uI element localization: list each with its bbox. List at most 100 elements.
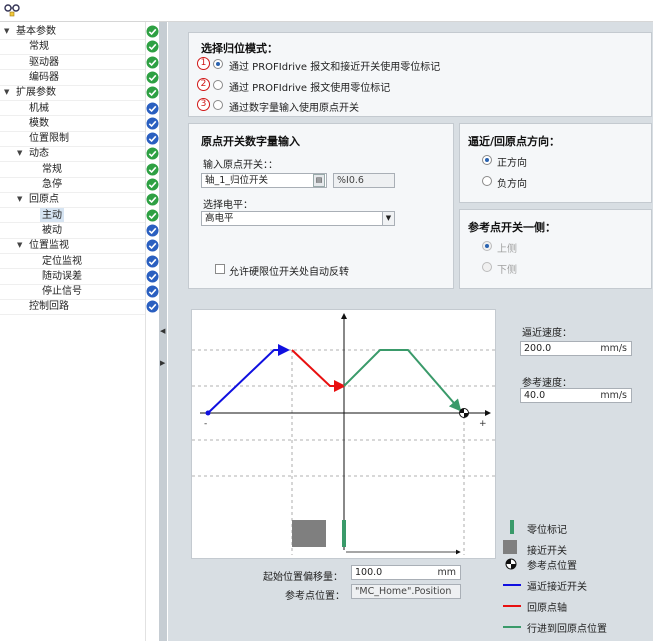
browse-tag-button[interactable]: ▤ — [313, 174, 325, 187]
ref-side-upper-radio[interactable] — [482, 241, 492, 251]
home-switch-panel: 原点开关数字量输入 输入原点开关：： 轴_1_归位开关 ▤ %I0.6 选择电平… — [188, 123, 454, 289]
level-select[interactable]: 高电平 ▼ — [201, 211, 395, 226]
homing-mode-title: 选择归位模式： — [201, 42, 278, 55]
tree-item[interactable]: 驱动器 — [0, 55, 163, 70]
direction-negative-radio[interactable] — [482, 176, 492, 186]
expand-arrow-icon[interactable]: ▼ — [4, 24, 13, 39]
legend-reference-point-label: 参考点位置 — [527, 561, 577, 572]
mode-option-2-label[interactable]: 通过 PROFIdrive 报文使用零位标记 — [229, 79, 390, 94]
ref-side-lower-radio[interactable] — [482, 262, 492, 272]
mode-option-1-radio[interactable] — [213, 59, 223, 69]
status-check-icon — [146, 71, 159, 84]
axis-plus-label: + — [479, 419, 487, 429]
tree-item[interactable]: 定位监视 — [0, 254, 163, 269]
ref-position-field: "MC_Home".Position — [351, 584, 461, 599]
approach-speed-field[interactable]: 200.0 mm/s — [520, 341, 632, 356]
home-switch-title: 原点开关数字量输入 — [201, 135, 300, 148]
status-check-icon — [146, 300, 159, 313]
tree-item-label: 动态 — [29, 148, 49, 160]
direction-negative-label[interactable]: 负方向 — [497, 175, 527, 190]
tree-item[interactable]: ▼ 动态 — [0, 146, 163, 161]
ref-side-upper-label: 上侧 — [497, 244, 517, 255]
status-check-icon — [146, 117, 159, 130]
panel-splitter[interactable]: ◀ ▶ — [159, 22, 167, 641]
tree-item[interactable]: 控制回路 — [0, 299, 163, 314]
tree-item-label: 扩展参数 — [16, 87, 56, 99]
legend-zero-mark-label: 零位标记 — [527, 525, 567, 536]
tree-status-divider — [145, 22, 146, 641]
status-check-icon — [146, 102, 159, 115]
tree-item[interactable]: ▼ 回原点 — [0, 192, 163, 207]
legend-travel-label: 行进到回原点位置 — [527, 624, 607, 635]
tree-item[interactable]: 被动 — [0, 223, 163, 238]
chevron-down-icon[interactable]: ▼ — [382, 212, 394, 225]
approach-speed-unit: mm/s — [600, 343, 627, 354]
status-check-icon — [146, 40, 159, 53]
ref-side-title: 参考点开关一侧： — [468, 221, 556, 234]
direction-title: 逼近/回原点方向： — [468, 135, 561, 148]
ref-speed-field[interactable]: 40.0 mm/s — [520, 388, 632, 403]
option-3-marker: 3 — [197, 98, 210, 111]
tree-item-label: 位置监视 — [29, 240, 69, 252]
tree-item[interactable]: 停止信号 — [0, 284, 163, 299]
homing-mode-panel: 选择归位模式： 1 通过 PROFIdrive 报文和接近开关使用零位标记 2 … — [188, 32, 652, 117]
tree-item-label: 位置限制 — [29, 133, 69, 145]
top-toolbar — [0, 0, 653, 22]
approach-speed-value: 200.0 — [524, 343, 552, 354]
status-check-icon — [146, 132, 159, 145]
tree-item-label: 被动 — [42, 224, 62, 236]
status-check-icon — [146, 209, 159, 222]
expand-arrow-icon[interactable]: ▼ — [17, 146, 26, 161]
direction-positive-radio[interactable] — [482, 155, 492, 165]
navigation-tree: ▼ 基本参数 常规 驱动器 编码器 ▼ 扩展参数 机械 模数 位置限制 ▼ 动态 常规 急停 ▼ 回原点 主动被… — [0, 22, 163, 641]
glasses-icon[interactable] — [4, 3, 20, 17]
legend-proximity-switch-label: 接近开关 — [527, 546, 567, 557]
tree-item[interactable]: 主动 — [0, 207, 163, 223]
homing-diagram: - + — [191, 309, 497, 559]
mode-option-2-radio[interactable] — [213, 80, 223, 90]
expand-arrow-icon[interactable]: ▼ — [17, 238, 26, 253]
approach-speed-label: 逼近速度： — [522, 328, 572, 339]
status-check-icon — [146, 56, 159, 69]
option-2-marker: 2 — [197, 78, 210, 91]
status-check-icon — [146, 193, 159, 206]
mode-option-3-label[interactable]: 通过数字量输入使用原点开关 — [229, 99, 359, 114]
tree-item[interactable]: ▼ 基本参数 — [0, 24, 163, 39]
tree-item-label: 常规 — [29, 41, 49, 53]
auto-reverse-label[interactable]: 允许硬限位开关处自动反转 — [229, 263, 349, 278]
tree-item-label: 基本参数 — [16, 26, 56, 37]
tree-item[interactable]: 常规 — [0, 162, 163, 177]
tree-item[interactable]: 编码器 — [0, 70, 163, 85]
tree-item[interactable]: ▼ 扩展参数 — [0, 85, 163, 100]
tree-item[interactable]: ▼ 位置监视 — [0, 238, 163, 253]
home-switch-input-field[interactable]: 轴_1_归位开关 — [201, 173, 327, 188]
status-check-icon — [146, 224, 159, 237]
tree-item-label: 停止信号 — [42, 286, 82, 298]
tree-item[interactable]: 随动误差 — [0, 269, 163, 284]
start-offset-field[interactable]: 100.0 mm — [351, 565, 461, 580]
mode-option-1-label[interactable]: 通过 PROFIdrive 报文和接近开关使用零位标记 — [229, 58, 440, 73]
tree-item-label: 回原点 — [29, 194, 59, 206]
ref-speed-label: 参考速度： — [522, 378, 572, 389]
tree-item[interactable]: 常规 — [0, 39, 163, 54]
start-offset-value: 100.0 — [355, 567, 383, 578]
expand-arrow-icon[interactable]: ▼ — [4, 85, 13, 100]
tree-item[interactable]: 急停 — [0, 177, 163, 192]
status-check-icon — [146, 270, 159, 283]
tree-item[interactable]: 机械 — [0, 101, 163, 116]
expand-arrow-icon[interactable]: ▼ — [17, 192, 26, 207]
collapse-left-icon[interactable]: ◀ — [160, 326, 166, 336]
tree-item[interactable]: 位置限制 — [0, 131, 163, 146]
start-offset-unit: mm — [437, 567, 456, 578]
auto-reverse-checkbox[interactable] — [215, 264, 225, 274]
start-offset-label: 起始位置偏移量： — [263, 572, 343, 583]
tree-item[interactable]: 模数 — [0, 116, 163, 131]
home-switch-input-label: 输入原点开关：： — [203, 160, 278, 171]
home-switch-address: %I0.6 — [333, 173, 395, 188]
status-check-icon — [146, 255, 159, 268]
homing-path — [291, 349, 346, 392]
direction-positive-label[interactable]: 正方向 — [497, 154, 527, 169]
mode-option-3-radio[interactable] — [213, 100, 223, 110]
direction-panel: 逼近/回原点方向： 正方向 负方向 — [459, 123, 652, 203]
expand-right-icon[interactable]: ▶ — [160, 358, 166, 368]
